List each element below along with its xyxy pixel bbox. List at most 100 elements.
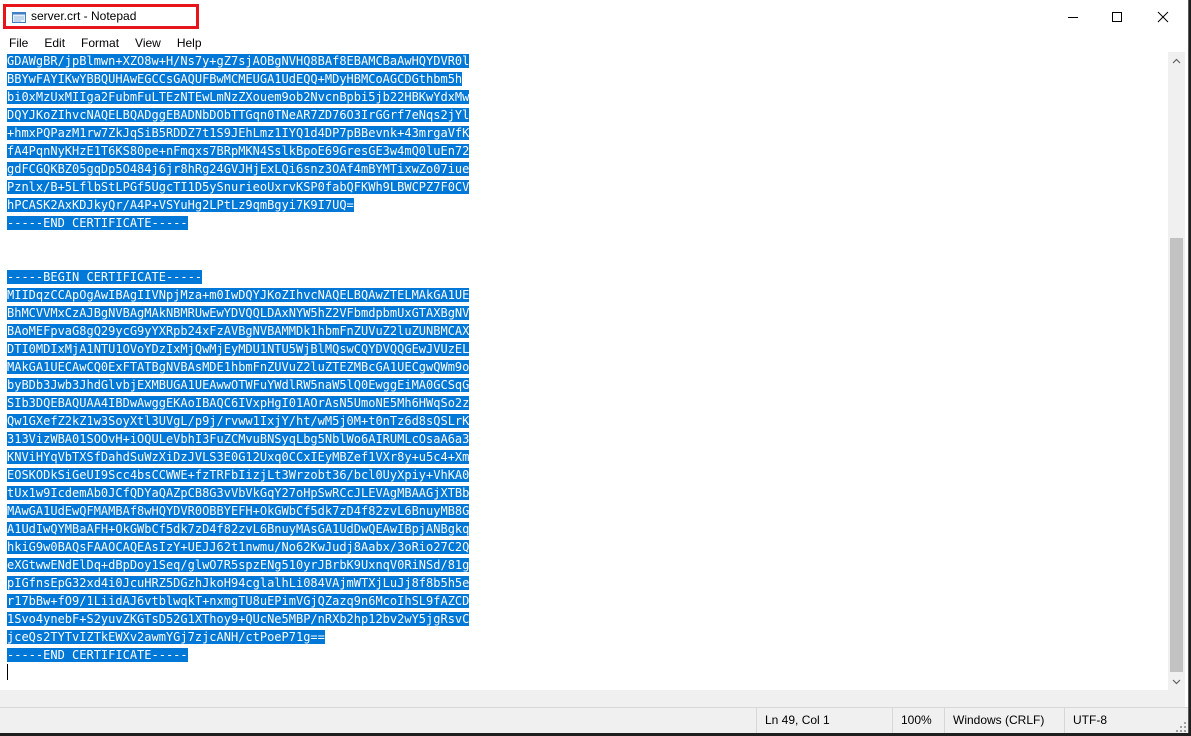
status-line-ending: Windows (CRLF) bbox=[944, 708, 1064, 733]
editor-line: +hmxPQPazM1rw7ZkJqSiB5RDDZ7t1S9JEhLmz1IY… bbox=[7, 124, 470, 142]
menu-edit[interactable]: Edit bbox=[35, 34, 72, 52]
scrollbar-corner bbox=[1168, 690, 1185, 707]
notepad-icon bbox=[12, 12, 26, 23]
editor-line bbox=[7, 664, 469, 682]
line-text: bi0xMzUxMIIga2FubmFuLTEzNTEwLmNzZXouem9o… bbox=[7, 90, 470, 104]
line-text: fA4PqnNyKHzE1T6KS80pe+nFmqxs7BRpMKN4Sslk… bbox=[7, 144, 470, 158]
horizontal-scrollbar[interactable] bbox=[0, 690, 1168, 707]
line-text: SIb3DQEBAQUAA4IBDwAwggEKAoIBAQC6IVxpHgI0… bbox=[7, 396, 470, 410]
notepad-window: server.crt - Notepad File Edit Format Vi… bbox=[0, 0, 1189, 734]
line-text: eXGtwwENdElDq+dBpDoy1Seq/glwO7R5spzENg51… bbox=[7, 558, 470, 572]
window-title: server.crt - Notepad bbox=[31, 9, 137, 23]
line-text: A1UdIwQYMBaAFH+OkGWbCf5dk7zD4f82zvL6Bnuy… bbox=[7, 522, 470, 536]
line-text: MIIDqzCCApOgAwIBAgIIVNpjMza+m0IwDQYJKoZI… bbox=[7, 288, 470, 302]
scroll-thumb[interactable] bbox=[1170, 238, 1183, 672]
editor-line: bi0xMzUxMIIga2FubmFuLTEzNTEwLmNzZXouem9o… bbox=[7, 88, 470, 106]
editor-line: SIb3DQEBAQUAA4IBDwAwggEKAoIBAQC6IVxpHgI0… bbox=[7, 394, 470, 412]
line-text: pIGfnsEpG32xd4i0JcuHRZ5DGzhJkoH94cglalhL… bbox=[7, 576, 470, 590]
close-button[interactable] bbox=[1140, 0, 1186, 34]
menu-view[interactable]: View bbox=[126, 34, 168, 52]
editor-line: byBDb3Jwb3JhdGlvbjEXMBUGA1UEAwwOTWFuYWdl… bbox=[7, 376, 470, 394]
minimize-button[interactable] bbox=[1050, 0, 1096, 34]
text-editor[interactable]: GDAWgBR/jpBlmwn+XZO8w+H/Ns7y+gZ7sjAOBgNV… bbox=[0, 52, 1168, 690]
line-text: hPCASK2AxKDJkyQr/A4P+VSYuHg2LPtLz9qmBgyi… bbox=[7, 198, 354, 212]
editor-line: KNViHYqVbTXSfDahdSuWzXiDzJVLS3E0G12Uxq0C… bbox=[7, 448, 470, 466]
line-text bbox=[7, 252, 14, 266]
editor-line bbox=[7, 232, 469, 250]
line-text: -----END CERTIFICATE----- bbox=[7, 216, 188, 230]
status-zoom: 100% bbox=[892, 708, 944, 733]
line-text: Pznlx/B+5LflbStLPGf5UgcTI1D5ySnurieoUxrv… bbox=[7, 180, 470, 194]
editor-line: Pznlx/B+5LflbStLPGf5UgcTI1D5ySnurieoUxrv… bbox=[7, 178, 470, 196]
editor-line: BAoMEFpvaG8gQ29ycG9yYXRpb24xFzAVBgNVBAMM… bbox=[7, 322, 470, 340]
editor-line: MAwGA1UdEwQFMAMBAf8wHQYDVR0OBBYEFH+OkGWb… bbox=[7, 502, 470, 520]
editor-line: hkiG9w0BAQsFAAOCAQEAsIzY+UEJJ62t1nwmu/No… bbox=[7, 538, 470, 556]
editor-line: 313VizWBA01SOOvH+iOQULeVbhI3FuZCMvuBNSyq… bbox=[7, 430, 470, 448]
line-text: 313VizWBA01SOOvH+iOQULeVbhI3FuZCMvuBNSyq… bbox=[7, 432, 470, 446]
chevron-down-icon bbox=[1172, 679, 1181, 684]
title-bar[interactable]: server.crt - Notepad bbox=[0, 0, 1188, 34]
menu-help[interactable]: Help bbox=[168, 34, 209, 52]
editor-text[interactable]: GDAWgBR/jpBlmwn+XZO8w+H/Ns7y+gZ7sjAOBgNV… bbox=[7, 52, 470, 682]
line-text: -----END CERTIFICATE----- bbox=[7, 648, 188, 662]
editor-line: fA4PqnNyKHzE1T6KS80pe+nFmqxs7BRpMKN4Sslk… bbox=[7, 142, 470, 160]
line-text: jceQs2TYTvIZTkEWXv2awmYGj7zjcANH/ctPoeP7… bbox=[7, 630, 325, 644]
editor-line: A1UdIwQYMBaAFH+OkGWbCf5dk7zD4f82zvL6Bnuy… bbox=[7, 520, 470, 538]
line-text: hkiG9w0BAQsFAAOCAQEAsIzY+UEJJ62t1nwmu/No… bbox=[7, 540, 470, 554]
line-text: KNViHYqVbTXSfDahdSuWzXiDzJVLS3E0G12Uxq0C… bbox=[7, 450, 470, 464]
editor-line: -----BEGIN CERTIFICATE----- bbox=[7, 268, 469, 286]
editor-line: GDAWgBR/jpBlmwn+XZO8w+H/Ns7y+gZ7sjAOBgNV… bbox=[7, 52, 470, 70]
text-caret bbox=[7, 664, 8, 680]
line-text: +hmxPQPazM1rw7ZkJqSiB5RDDZ7t1S9JEhLmz1IY… bbox=[7, 126, 470, 140]
editor-line: MAkGA1UECAwCQ0ExFTATBgNVBAsMDE1hbmFnZUVu… bbox=[7, 358, 470, 376]
line-text: byBDb3Jwb3JhdGlvbjEXMBUGA1UEAwwOTWFuYWdl… bbox=[7, 378, 470, 392]
maximize-icon bbox=[1112, 12, 1122, 22]
line-text: MAwGA1UdEwQFMAMBAf8wHQYDVR0OBBYEFH+OkGWb… bbox=[7, 504, 470, 518]
editor-line: MIIDqzCCApOgAwIBAgIIVNpjMza+m0IwDQYJKoZI… bbox=[7, 286, 470, 304]
editor-line: BBYwFAYIKwYBBQUHAwEGCCsGAQUFBwMCMEUGA1Ud… bbox=[7, 70, 469, 88]
editor-line: -----END CERTIFICATE----- bbox=[7, 214, 469, 232]
editor-line: jceQs2TYTvIZTkEWXv2awmYGj7zjcANH/ctPoeP7… bbox=[7, 628, 469, 646]
line-text: BAoMEFpvaG8gQ29ycG9yYXRpb24xFzAVBgNVBAMM… bbox=[7, 324, 470, 338]
editor-line: tUx1w9IcdemAb0JCfQDYaQAZpCB8G3vVbVkGqY27… bbox=[7, 484, 470, 502]
status-cursor-position: Ln 49, Col 1 bbox=[756, 708, 892, 733]
line-text: BhMCVVMxCzAJBgNVBAgMAkNBMRUwEwYDVQQLDAxN… bbox=[7, 306, 470, 320]
editor-line: Qw1GXefZ2kZ1w3SoyXtl3UVgL/p9j/rvww1IxjY/… bbox=[7, 412, 470, 430]
editor-line: DQYJKoZIhvcNAQELBQADggEBADNbDObTTGqn0TNe… bbox=[7, 106, 470, 124]
editor-line: r17bBw+fO9/1LiidAJ6vtblwqkT+nxmgTU8uEPim… bbox=[7, 592, 470, 610]
editor-line: -----END CERTIFICATE----- bbox=[7, 646, 469, 664]
maximize-button[interactable] bbox=[1094, 0, 1140, 34]
line-text: DQYJKoZIhvcNAQELBQADggEBADNbDObTTGqn0TNe… bbox=[7, 108, 470, 122]
chevron-up-icon bbox=[1172, 58, 1181, 63]
menu-file[interactable]: File bbox=[0, 34, 35, 52]
line-text: GDAWgBR/jpBlmwn+XZO8w+H/Ns7y+gZ7sjAOBgNV… bbox=[7, 54, 470, 68]
vertical-scrollbar[interactable] bbox=[1168, 52, 1185, 690]
line-text: Qw1GXefZ2kZ1w3SoyXtl3UVgL/p9j/rvww1IxjY/… bbox=[7, 414, 470, 428]
menu-bar: File Edit Format View Help bbox=[0, 34, 1188, 52]
close-icon bbox=[1157, 11, 1169, 23]
scroll-down-button[interactable] bbox=[1168, 673, 1185, 690]
line-text bbox=[7, 666, 14, 680]
editor-line: EOSKODkSiGeUI9Scc4bsCCWWE+fzTRFbIizjLt3W… bbox=[7, 466, 470, 484]
minimize-icon bbox=[1068, 17, 1078, 18]
line-text: MAkGA1UECAwCQ0ExFTATBgNVBAsMDE1hbmFnZUVu… bbox=[7, 360, 470, 374]
editor-line: gdFCGQKBZ05gqDp5O484j6jr8hRg24GVJHjExLQi… bbox=[7, 160, 470, 178]
line-text: gdFCGQKBZ05gqDp5O484j6jr8hRg24GVJHjExLQi… bbox=[7, 162, 470, 176]
line-text: -----BEGIN CERTIFICATE----- bbox=[7, 270, 203, 284]
editor-line: eXGtwwENdElDq+dBpDoy1Seq/glwO7R5spzENg51… bbox=[7, 556, 470, 574]
editor-line bbox=[7, 250, 469, 268]
scroll-up-button[interactable] bbox=[1168, 52, 1185, 69]
line-text: r17bBw+fO9/1LiidAJ6vtblwqkT+nxmgTU8uEPim… bbox=[7, 594, 470, 608]
line-text: 1Svo4ynebF+S2yuvZKGTsD52G1XThoy9+QUcNe5M… bbox=[7, 612, 470, 626]
line-text: BBYwFAYIKwYBBQUHAwEGCCsGAQUFBwMCMEUGA1Ud… bbox=[7, 72, 463, 86]
editor-line: 1Svo4ynebF+S2yuvZKGTsD52G1XThoy9+QUcNe5M… bbox=[7, 610, 470, 628]
editor-line: hPCASK2AxKDJkyQr/A4P+VSYuHg2LPtLz9qmBgyi… bbox=[7, 196, 469, 214]
line-text bbox=[7, 234, 14, 248]
line-text: DTI0MDIxMjA1NTU1OVoYDzIxMjQwMjEyMDU1NTU5… bbox=[7, 342, 470, 356]
menu-format[interactable]: Format bbox=[72, 34, 126, 52]
status-encoding: UTF-8 bbox=[1064, 708, 1188, 733]
resize-grip-icon[interactable] bbox=[1176, 722, 1186, 732]
line-text: tUx1w9IcdemAb0JCfQDYaQAZpCB8G3vVbVkGqY27… bbox=[7, 486, 470, 500]
editor-line: DTI0MDIxMjA1NTU1OVoYDzIxMjQwMjEyMDU1NTU5… bbox=[7, 340, 470, 358]
editor-line: BhMCVVMxCzAJBgNVBAgMAkNBMRUwEwYDVQQLDAxN… bbox=[7, 304, 470, 322]
